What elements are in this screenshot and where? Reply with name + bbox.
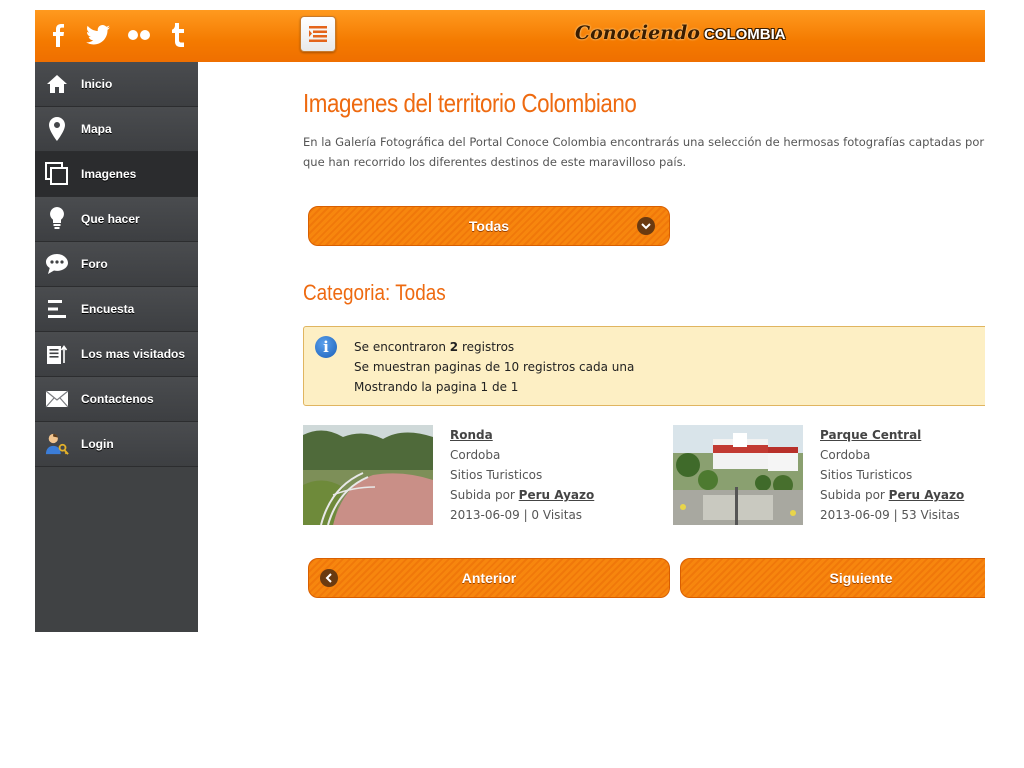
results-count: Se encontraron 2 registros [354, 340, 515, 354]
image-thumbnail-ronda[interactable] [303, 425, 433, 525]
results-info-box: i Se encontraron 2 registros Se muestran… [303, 326, 985, 406]
sidebar-item-label: Inicio [81, 77, 113, 91]
sidebar-item-label: Login [81, 437, 114, 451]
sidebar-item-contactenos[interactable]: Contactenos [35, 377, 198, 422]
sidebar-item-encuesta[interactable]: Encuesta [35, 287, 198, 332]
card-title-link[interactable]: Ronda [450, 425, 594, 445]
intro-line: que han recorrido los diferentes destino… [303, 155, 687, 169]
sidebar-item-label: Contactenos [81, 392, 154, 406]
map-pin-icon [45, 117, 69, 141]
poll-icon [45, 297, 69, 321]
card-meta: 2013-06-09 | 0 Visitas [450, 508, 583, 522]
page-frame: Conociendo COLOMBIA Inicio Mapa Imagenes [35, 10, 985, 632]
chevron-left-icon [320, 569, 338, 587]
card-title-link[interactable]: Parque Central [820, 425, 964, 445]
menu-toggle-button[interactable] [300, 16, 336, 52]
card-details: Parque Central Cordoba Sitios Turisticos… [820, 425, 964, 525]
flickr-icon[interactable] [124, 20, 154, 50]
main-content: Imagenes del territorio Colombiano En la… [303, 62, 985, 632]
tumblr-icon[interactable] [163, 20, 193, 50]
card-category: Sitios Turisticos [820, 468, 913, 482]
most-visited-icon [45, 342, 69, 366]
previous-page-label: Anterior [461, 570, 517, 586]
uploader-link[interactable]: Peru Ayazo [519, 488, 595, 502]
twitter-icon[interactable] [83, 20, 113, 50]
image-card: Ronda Cordoba Sitios Turisticos Subida p… [303, 425, 643, 525]
filter-label: Todas [468, 218, 510, 234]
sidebar-item-inicio[interactable]: Inicio [35, 62, 198, 107]
card-details: Ronda Cordoba Sitios Turisticos Subida p… [450, 425, 594, 525]
image-card: Parque Central Cordoba Sitios Turisticos… [673, 425, 985, 525]
sidebar-item-imagenes[interactable]: Imagenes [35, 152, 198, 197]
logo-caps-text: COLOMBIA [703, 26, 786, 43]
chat-bubble-icon [45, 252, 69, 276]
home-icon [45, 72, 69, 96]
info-icon: i [315, 336, 337, 358]
sidebar-item-label: Imagenes [81, 167, 137, 181]
results-page-size: Se muestran paginas de 10 registros cada… [354, 360, 635, 374]
facebook-icon[interactable] [43, 20, 73, 50]
sidebar-item-label: Encuesta [81, 302, 135, 316]
sidebar-item-foro[interactable]: Foro [35, 242, 198, 287]
card-meta: 2013-06-09 | 53 Visitas [820, 508, 960, 522]
card-category: Sitios Turisticos [450, 468, 543, 482]
intro-text: En la Galería Fotográfica del Portal Con… [303, 132, 985, 172]
sidebar-item-login[interactable]: Login [35, 422, 198, 467]
image-thumbnail-parque-central[interactable] [673, 425, 803, 525]
results-page-indicator: Mostrando la pagina 1 de 1 [354, 380, 519, 394]
envelope-icon [45, 387, 69, 411]
sidebar-item-label: Que hacer [81, 212, 140, 226]
card-uploaded-by: Subida por Peru Ayazo [820, 488, 965, 502]
chevron-down-icon [637, 217, 655, 235]
card-location: Cordoba [820, 448, 871, 462]
top-bar: Conociendo COLOMBIA [35, 10, 985, 62]
page-title: Imagenes del territorio Colombiano [303, 88, 637, 118]
sidebar-item-label: Los mas visitados [81, 347, 186, 361]
sidebar-item-label: Foro [81, 257, 108, 271]
sidebar-item-mapa[interactable]: Mapa [35, 107, 198, 152]
gallery-icon [45, 162, 69, 186]
next-page-button[interactable]: Siguiente [680, 558, 985, 598]
uploader-link[interactable]: Peru Ayazo [889, 488, 965, 502]
menu-list-icon [309, 26, 327, 42]
previous-page-button[interactable]: Anterior [308, 558, 670, 598]
sidebar: Inicio Mapa Imagenes Que hacer Foro Encu… [35, 62, 198, 632]
category-filter-dropdown[interactable]: Todas [308, 206, 670, 246]
user-key-icon [45, 432, 69, 456]
logo-script-text: Conociendo [575, 22, 700, 44]
site-logo[interactable]: Conociendo COLOMBIA [575, 22, 786, 50]
card-location: Cordoba [450, 448, 501, 462]
category-title: Categoria: Todas [303, 280, 446, 305]
sidebar-item-que-hacer[interactable]: Que hacer [35, 197, 198, 242]
sidebar-item-label: Mapa [81, 122, 112, 136]
intro-line: En la Galería Fotográfica del Portal Con… [303, 135, 985, 149]
sidebar-item-mas-visitados[interactable]: Los mas visitados [35, 332, 198, 377]
card-uploaded-by: Subida por Peru Ayazo [450, 488, 595, 502]
next-page-label: Siguiente [829, 570, 893, 586]
lightbulb-icon [45, 207, 69, 231]
